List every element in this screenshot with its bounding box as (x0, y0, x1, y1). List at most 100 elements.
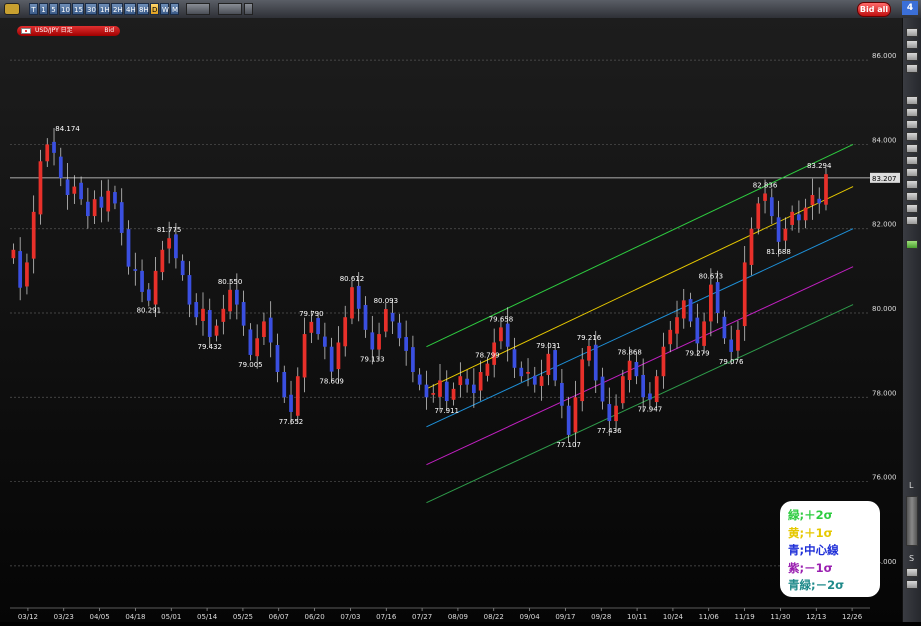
toolbar: T 1 5 10 15 30 1H 2H 4H 8H D W M Bid all 4 (0, 0, 921, 19)
scroll-down-button[interactable] (906, 580, 918, 589)
candle-body (228, 289, 232, 312)
hline-icon[interactable] (906, 132, 918, 141)
timeframe-button-8h[interactable]: 8H (137, 3, 149, 15)
candle-body (499, 327, 503, 342)
channel-icon[interactable] (906, 156, 918, 165)
candle-body (769, 197, 774, 217)
candle-body (52, 141, 56, 153)
timeframe-button-10[interactable]: 10 (59, 3, 71, 15)
eraser-icon[interactable] (906, 204, 918, 213)
legend-box: 緑;＋2σ 黄;＋1σ 青;中心線 紫;－1σ 青緑;－2σ (780, 501, 880, 597)
x-tick-label: 05/25 (233, 613, 253, 621)
timeframe-button-d[interactable]: D (150, 3, 159, 15)
ray-icon[interactable] (906, 120, 918, 129)
candle-body (607, 404, 612, 422)
cursor-icon[interactable] (906, 96, 918, 105)
timeframe-button-m[interactable]: M (170, 3, 179, 15)
text-icon[interactable] (906, 180, 918, 189)
chart-area[interactable]: 84.174 81.775 80.291 80.550 79.432 79.005 79.7… (0, 18, 902, 622)
timeframe-button-2h[interactable]: 2H (111, 3, 123, 15)
y-tick-label: 78.000 (872, 389, 897, 397)
candle-body (478, 372, 483, 391)
scroll-up-button[interactable] (906, 568, 918, 577)
x-tick-label: 05/01 (161, 613, 181, 621)
candle-body (824, 174, 828, 205)
price-annotation: 80.673 (699, 273, 724, 281)
candle-body (167, 238, 171, 249)
crosshair-icon[interactable] (906, 40, 918, 49)
pencil-icon[interactable] (906, 52, 918, 61)
x-tick-label: 06/07 (269, 613, 289, 621)
chart-type-line-icon[interactable] (186, 3, 210, 15)
candle-body (688, 299, 693, 322)
zoom-slider[interactable] (906, 496, 918, 546)
x-tick-label: 09/17 (555, 613, 575, 621)
price-annotation: 80.612 (340, 275, 365, 283)
candle-body (749, 228, 754, 265)
candle-body (275, 345, 280, 372)
trendline-icon[interactable] (906, 108, 918, 117)
x-tick-label: 12/13 (806, 613, 826, 621)
candle-body (661, 346, 666, 377)
candle-body (38, 161, 43, 215)
bid-all-button[interactable]: Bid all (857, 2, 891, 17)
x-tick-label: 03/12 (18, 613, 38, 621)
candle-body (532, 375, 537, 385)
candle-body (377, 334, 381, 350)
timeframe-button-1h[interactable]: 1H (98, 3, 110, 15)
candle-body (268, 317, 273, 343)
candle-body (539, 376, 544, 386)
timeframe-button-w[interactable]: W (160, 3, 169, 15)
symbol-tag[interactable]: USD/JPY 日足 Bid (17, 26, 120, 36)
trash-icon[interactable] (906, 216, 918, 225)
candle-body (648, 393, 652, 400)
chart-menu-dropdown-icon[interactable] (244, 3, 253, 15)
candle-body (465, 378, 469, 385)
legend-item-minus2: 青緑;－2σ (788, 578, 845, 592)
candle-body (519, 367, 524, 377)
candle-body (25, 262, 29, 287)
timeframe-button-t[interactable]: T (29, 3, 38, 15)
candle-body (424, 384, 429, 398)
candle-body (72, 186, 77, 194)
timeframe-button-4h[interactable]: 4H (124, 3, 136, 15)
candle-body (45, 144, 50, 162)
y-tick-label: 84.000 (872, 136, 897, 144)
candle-body (505, 323, 510, 347)
timeframe-button-30[interactable]: 30 (85, 3, 97, 15)
candle-body (207, 310, 212, 337)
chart-type-candle-icon[interactable] (218, 3, 242, 15)
price-annotation: 77.107 (556, 441, 581, 449)
candle-body (160, 249, 165, 273)
arrow-icon[interactable] (906, 64, 918, 73)
candle-body (106, 190, 111, 212)
price-annotation: 80.093 (374, 297, 399, 305)
price-annotation: 79.279 (685, 349, 710, 357)
y-tick-label: 76.000 (872, 474, 897, 482)
legend-item-plus1: 黄;＋1σ (788, 525, 833, 540)
candle-body (397, 322, 402, 339)
price-annotation: 80.291 (137, 307, 162, 315)
candle-body (31, 211, 36, 259)
candle-body (715, 282, 720, 313)
info-icon[interactable] (906, 28, 918, 37)
settings-icon[interactable] (4, 3, 20, 15)
candle-body (560, 382, 564, 406)
vline-icon[interactable] (906, 144, 918, 153)
candle-body (817, 198, 822, 204)
fib-icon[interactable] (906, 168, 918, 177)
candle-body (756, 203, 761, 229)
candle-body (471, 384, 476, 394)
timeframe-button-1[interactable]: 1 (39, 3, 48, 15)
indicator-icon[interactable] (906, 240, 918, 249)
timeframe-button-5[interactable]: 5 (49, 3, 58, 15)
candle-body (776, 217, 781, 242)
brush-icon[interactable] (906, 192, 918, 201)
candle-body (431, 393, 436, 395)
timeframe-button-15[interactable]: 15 (72, 3, 84, 15)
candle-body (86, 201, 90, 217)
y-tick-label: 80.000 (872, 305, 897, 313)
panel-number-badge[interactable]: 4 (902, 1, 918, 15)
candle-body (810, 195, 815, 206)
candle-body (729, 339, 734, 352)
